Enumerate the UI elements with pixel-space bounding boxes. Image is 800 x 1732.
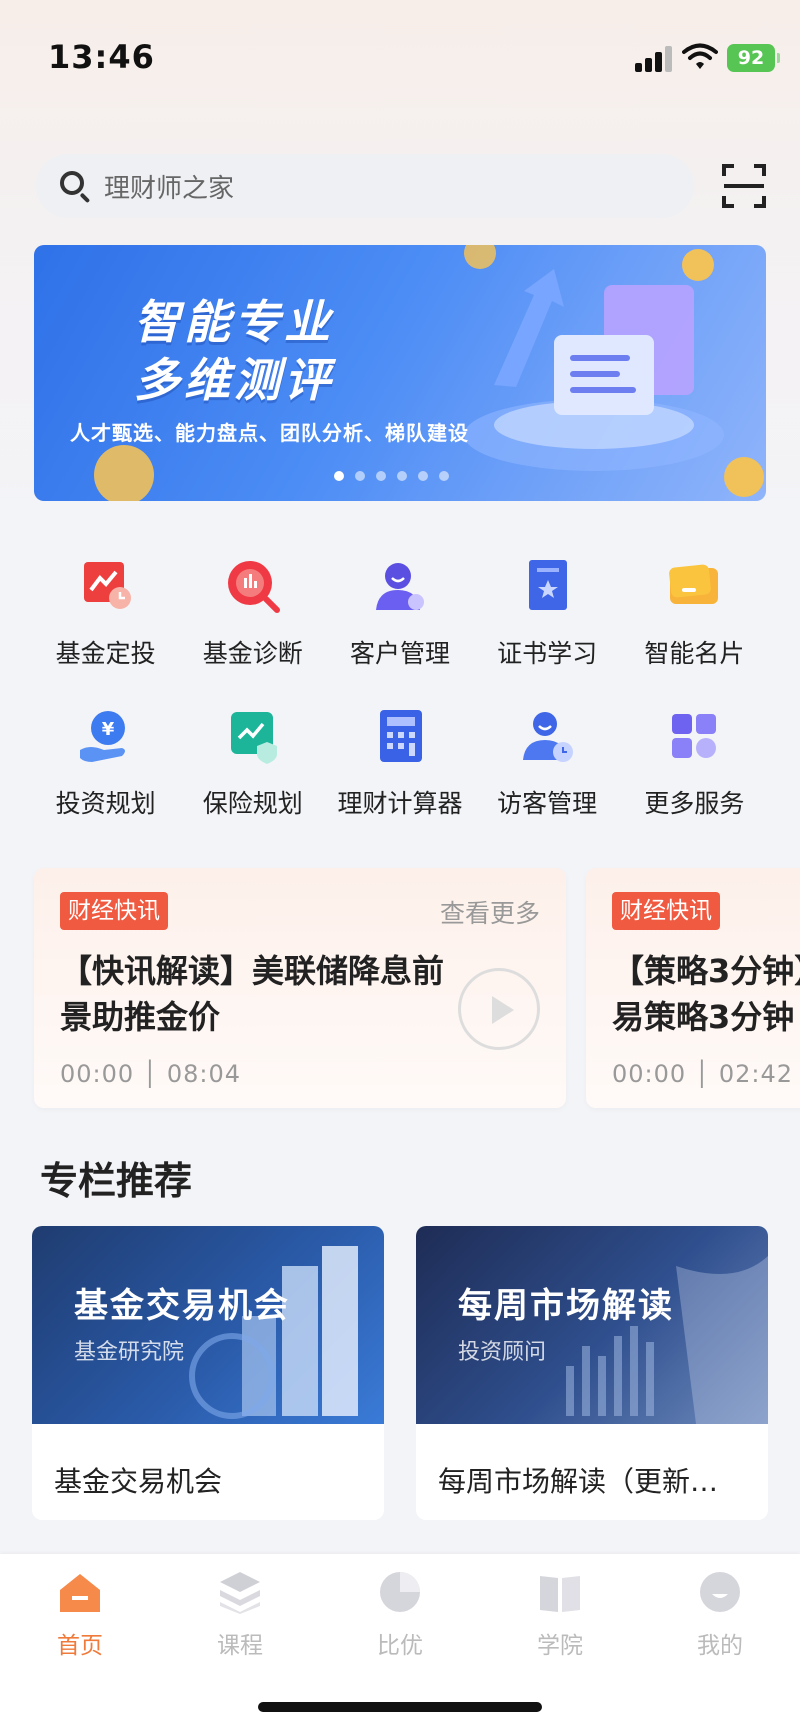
fund-diagnosis-icon <box>227 561 280 613</box>
service-label: 保险规划 <box>202 789 303 818</box>
banner-title: 智能专业 多维测评 <box>134 293 334 409</box>
service-label: 理财计算器 <box>337 789 463 818</box>
service-insurance-planning[interactable]: 保险规划 <box>179 698 326 848</box>
tab-label: 课程 <box>217 1633 263 1659</box>
news-duration: 00:00 │ 02:42 <box>612 1060 794 1088</box>
column-cover-image: 基金交易机会 基金研究院 <box>32 1226 384 1424</box>
tab-label: 我的 <box>697 1633 743 1659</box>
service-visitor-management[interactable]: 访客管理 <box>474 698 621 848</box>
tab-label: 学院 <box>537 1633 583 1659</box>
tab-label: 比优 <box>377 1633 423 1659</box>
service-fund-investment[interactable]: 基金定投 <box>32 548 179 698</box>
tab-home[interactable]: 首页 <box>20 1568 140 1660</box>
cellular-signal-icon <box>635 46 672 72</box>
business-card-icon <box>669 564 719 604</box>
news-tag: 财经快讯 <box>60 892 168 930</box>
promo-banner[interactable]: 智能专业 多维测评 人才甄选、能力盘点、团队分析、梯队建设 <box>34 245 766 501</box>
home-indicator <box>258 1702 542 1712</box>
banner-title-line2: 多维测评 <box>134 353 334 407</box>
banner-dot[interactable] <box>397 471 407 481</box>
profile-icon <box>700 1572 740 1612</box>
home-icon <box>60 1574 100 1612</box>
search-icon <box>58 169 92 204</box>
section-title: 专栏推荐 <box>40 1159 193 1203</box>
service-label: 更多服务 <box>644 789 745 818</box>
insurance-planning-icon <box>230 712 277 764</box>
view-more-link[interactable]: 查看更多 <box>440 894 540 930</box>
column-card[interactable]: 每周市场解读 投资顾问 每周市场解读（更新… <box>416 1226 768 1520</box>
service-customer-management[interactable]: 客户管理 <box>326 548 473 698</box>
banner-title-line1: 智能专业 <box>134 295 334 349</box>
news-card[interactable]: 财经快讯 查看更多 【快讯解读】美联储降息前景助推金价 00:00 │ 08:0… <box>34 868 566 1108</box>
column-cover-subtitle: 基金研究院 <box>74 1340 185 1365</box>
wifi-icon <box>682 43 718 69</box>
service-label: 访客管理 <box>497 789 598 818</box>
service-label: 投资规划 <box>55 789 156 818</box>
banner-dot[interactable] <box>376 471 386 481</box>
service-label: 基金定投 <box>55 639 156 668</box>
visitor-management-icon <box>523 712 574 762</box>
news-title: 【策略3分钟】易策略3分钟 <box>612 952 800 1036</box>
service-certificate-study[interactable]: 证书学习 <box>474 548 621 698</box>
service-more[interactable]: 更多服务 <box>621 698 768 848</box>
service-label: 基金诊断 <box>202 639 303 668</box>
more-services-icon <box>672 714 717 758</box>
investment-planning-icon: ¥ <box>79 711 125 762</box>
news-tag: 财经快讯 <box>612 892 720 930</box>
calculator-icon <box>379 710 422 762</box>
column-cover-subtitle: 投资顾问 <box>458 1340 547 1365</box>
layers-icon <box>220 1572 260 1614</box>
service-investment-planning[interactable]: ¥ 投资规划 <box>32 698 179 848</box>
tab-label: 首页 <box>57 1633 103 1659</box>
status-time: 13:46 <box>48 38 155 76</box>
column-cover-title: 每周市场解读 <box>458 1286 674 1326</box>
battery-icon: 92 <box>727 44 780 72</box>
pie-chart-icon <box>380 1572 420 1612</box>
banner-dot[interactable] <box>355 471 365 481</box>
column-cover-title: 基金交易机会 <box>74 1286 290 1326</box>
banner-dot[interactable] <box>418 471 428 481</box>
banner-subtitle: 人才甄选、能力盘点、团队分析、梯队建设 <box>70 421 469 445</box>
scan-icon[interactable] <box>722 164 766 208</box>
column-caption: 基金交易机会 <box>54 1465 223 1498</box>
service-calculator[interactable]: 理财计算器 <box>326 698 473 848</box>
play-button[interactable] <box>458 968 540 1050</box>
service-label: 客户管理 <box>349 639 450 668</box>
service-label: 证书学习 <box>497 639 598 668</box>
tab-courses[interactable]: 课程 <box>180 1568 300 1660</box>
service-grid: 基金定投 基金诊断 客户管理 证书学习 智能名片 ¥ 投资规划 保险规划 理财计… <box>32 548 768 848</box>
service-label: 智能名片 <box>644 639 745 668</box>
news-duration: 00:00 │ 08:04 <box>60 1060 242 1088</box>
certificate-icon <box>529 560 568 610</box>
column-caption: 每周市场解读（更新… <box>438 1465 719 1498</box>
search-placeholder: 理财师之家 <box>104 173 235 204</box>
tab-compare[interactable]: 比优 <box>340 1568 460 1660</box>
banner-dot[interactable] <box>334 471 344 481</box>
service-row: ¥ 投资规划 保险规划 理财计算器 访客管理 更多服务 <box>32 698 768 848</box>
battery-level: 92 <box>737 47 765 69</box>
service-row: 基金定投 基金诊断 客户管理 证书学习 智能名片 <box>32 548 768 698</box>
column-card[interactable]: 基金交易机会 基金研究院 基金交易机会 <box>32 1226 384 1520</box>
service-business-card[interactable]: 智能名片 <box>621 548 768 698</box>
column-cover-image: 每周市场解读 投资顾问 <box>416 1226 768 1424</box>
book-icon <box>540 1576 580 1612</box>
svg-text:¥: ¥ <box>101 719 114 740</box>
banner-dot[interactable] <box>439 471 449 481</box>
search-bar[interactable]: 理财师之家 <box>36 154 694 218</box>
customer-management-icon <box>375 563 424 610</box>
fund-investment-icon <box>83 562 131 609</box>
news-card[interactable]: 财经快讯 【策略3分钟】易策略3分钟 00:00 │ 02:42 <box>586 868 800 1108</box>
service-fund-diagnosis[interactable]: 基金诊断 <box>179 548 326 698</box>
news-title: 【快讯解读】美联储降息前景助推金价 <box>60 952 445 1036</box>
tab-mine[interactable]: 我的 <box>660 1568 780 1660</box>
banner-pagination <box>334 471 449 481</box>
status-bar: 13:46 92 <box>0 0 800 110</box>
tab-academy[interactable]: 学院 <box>500 1568 620 1660</box>
